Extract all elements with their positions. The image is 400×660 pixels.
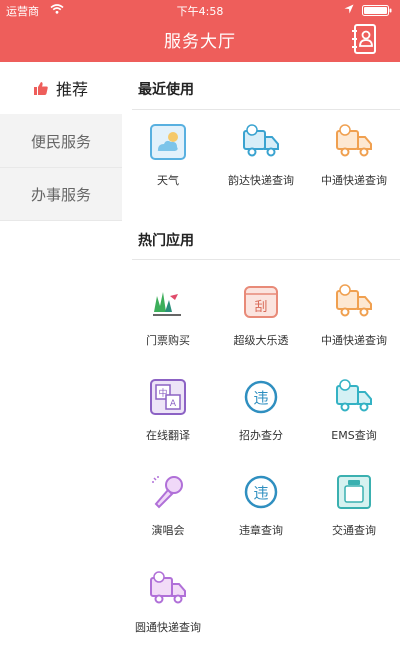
- app-exam-score[interactable]: 违 招办查分: [215, 377, 307, 455]
- delivery-truck-icon: [336, 379, 372, 412]
- app-ticket-purchase[interactable]: 门票购买: [122, 282, 214, 360]
- battery-icon: [362, 5, 392, 16]
- delivery-truck-icon: [150, 571, 186, 604]
- delivery-truck-icon: [336, 124, 372, 157]
- app-label: 超级大乐透: [233, 334, 289, 347]
- delivery-truck-icon: [243, 124, 279, 157]
- app-weather[interactable]: 天气: [122, 122, 214, 200]
- app-label: 演唱会: [151, 524, 185, 537]
- sidebar-item-label: 便民服务: [30, 132, 91, 151]
- app-super-lotto[interactable]: 刮 超级大乐透: [215, 282, 307, 360]
- app-label: 中通快递查询: [321, 174, 387, 187]
- weather-icon: [150, 124, 186, 160]
- delivery-truck-icon: [336, 284, 372, 317]
- app-zto-express[interactable]: 中通快递查询: [308, 122, 400, 200]
- thumbs-up-icon: [33, 82, 48, 95]
- app-yto-express[interactable]: 圆通快递查询: [122, 569, 214, 647]
- traffic-card-icon: [337, 475, 371, 509]
- status-bar: 运营商 下午4:58: [0, 0, 400, 20]
- app-zto-express-2[interactable]: 中通快递查询: [308, 282, 400, 360]
- sidebar-item-convenience[interactable]: 便民服务: [0, 115, 122, 168]
- svg-text:刮: 刮: [254, 300, 267, 315]
- app-label: 韵达快递查询: [228, 174, 294, 187]
- app-label: 门票购买: [146, 334, 190, 347]
- ticket-logo-icon: [153, 292, 181, 316]
- app-label: 招办查分: [239, 429, 283, 442]
- location-arrow-icon: [344, 4, 354, 14]
- svg-text:A: A: [170, 399, 177, 409]
- app-concert[interactable]: 演唱会: [122, 472, 214, 550]
- translate-icon: 中 A: [150, 379, 186, 415]
- page-title: 服务大厅: [164, 32, 236, 52]
- sidebar-item-label: 推荐: [55, 80, 88, 99]
- sidebar-item-label: 办事服务: [30, 185, 91, 204]
- app-label: 违章查询: [239, 524, 283, 537]
- divider: [132, 259, 400, 260]
- services-panel: 最近使用 天气 韵达快递查询 中通快递查询 热门应用 门票购买 刮 超级大乐透 …: [122, 62, 400, 660]
- svg-text:违: 违: [253, 484, 268, 502]
- app-label: EMS查询: [331, 429, 377, 442]
- section-title-recent: 最近使用: [138, 82, 194, 98]
- category-sidebar: 推荐 便民服务 办事服务: [0, 62, 122, 660]
- contacts-button[interactable]: [352, 24, 378, 54]
- divider: [132, 109, 400, 110]
- app-header: 运营商 下午4:58 服务大厅: [0, 0, 400, 62]
- svg-text:中: 中: [158, 387, 167, 399]
- section-title-popular: 热门应用: [138, 233, 194, 249]
- app-label: 在线翻译: [146, 429, 190, 442]
- microphone-icon: [152, 476, 183, 509]
- app-label: 圆通快递查询: [135, 621, 201, 634]
- app-ems-query[interactable]: EMS查询: [308, 377, 400, 455]
- svg-text:违: 违: [253, 389, 268, 407]
- sidebar-item-recommend[interactable]: 推荐: [0, 62, 122, 115]
- app-yunda-express[interactable]: 韵达快递查询: [215, 122, 307, 200]
- app-traffic-violation[interactable]: 违 违章查询: [215, 472, 307, 550]
- app-label: 交通查询: [332, 524, 376, 537]
- app-traffic-query[interactable]: 交通查询: [308, 472, 400, 550]
- clock: 下午4:58: [176, 5, 224, 18]
- lottery-icon: 刮: [244, 286, 278, 318]
- sidebar-item-affairs[interactable]: 办事服务: [0, 168, 122, 221]
- app-online-translate[interactable]: 中 A 在线翻译: [122, 377, 214, 455]
- app-label: 天气: [157, 174, 179, 187]
- violation-icon: 违: [244, 475, 278, 509]
- violation-icon: 违: [244, 380, 278, 414]
- app-label: 中通快递查询: [321, 334, 387, 347]
